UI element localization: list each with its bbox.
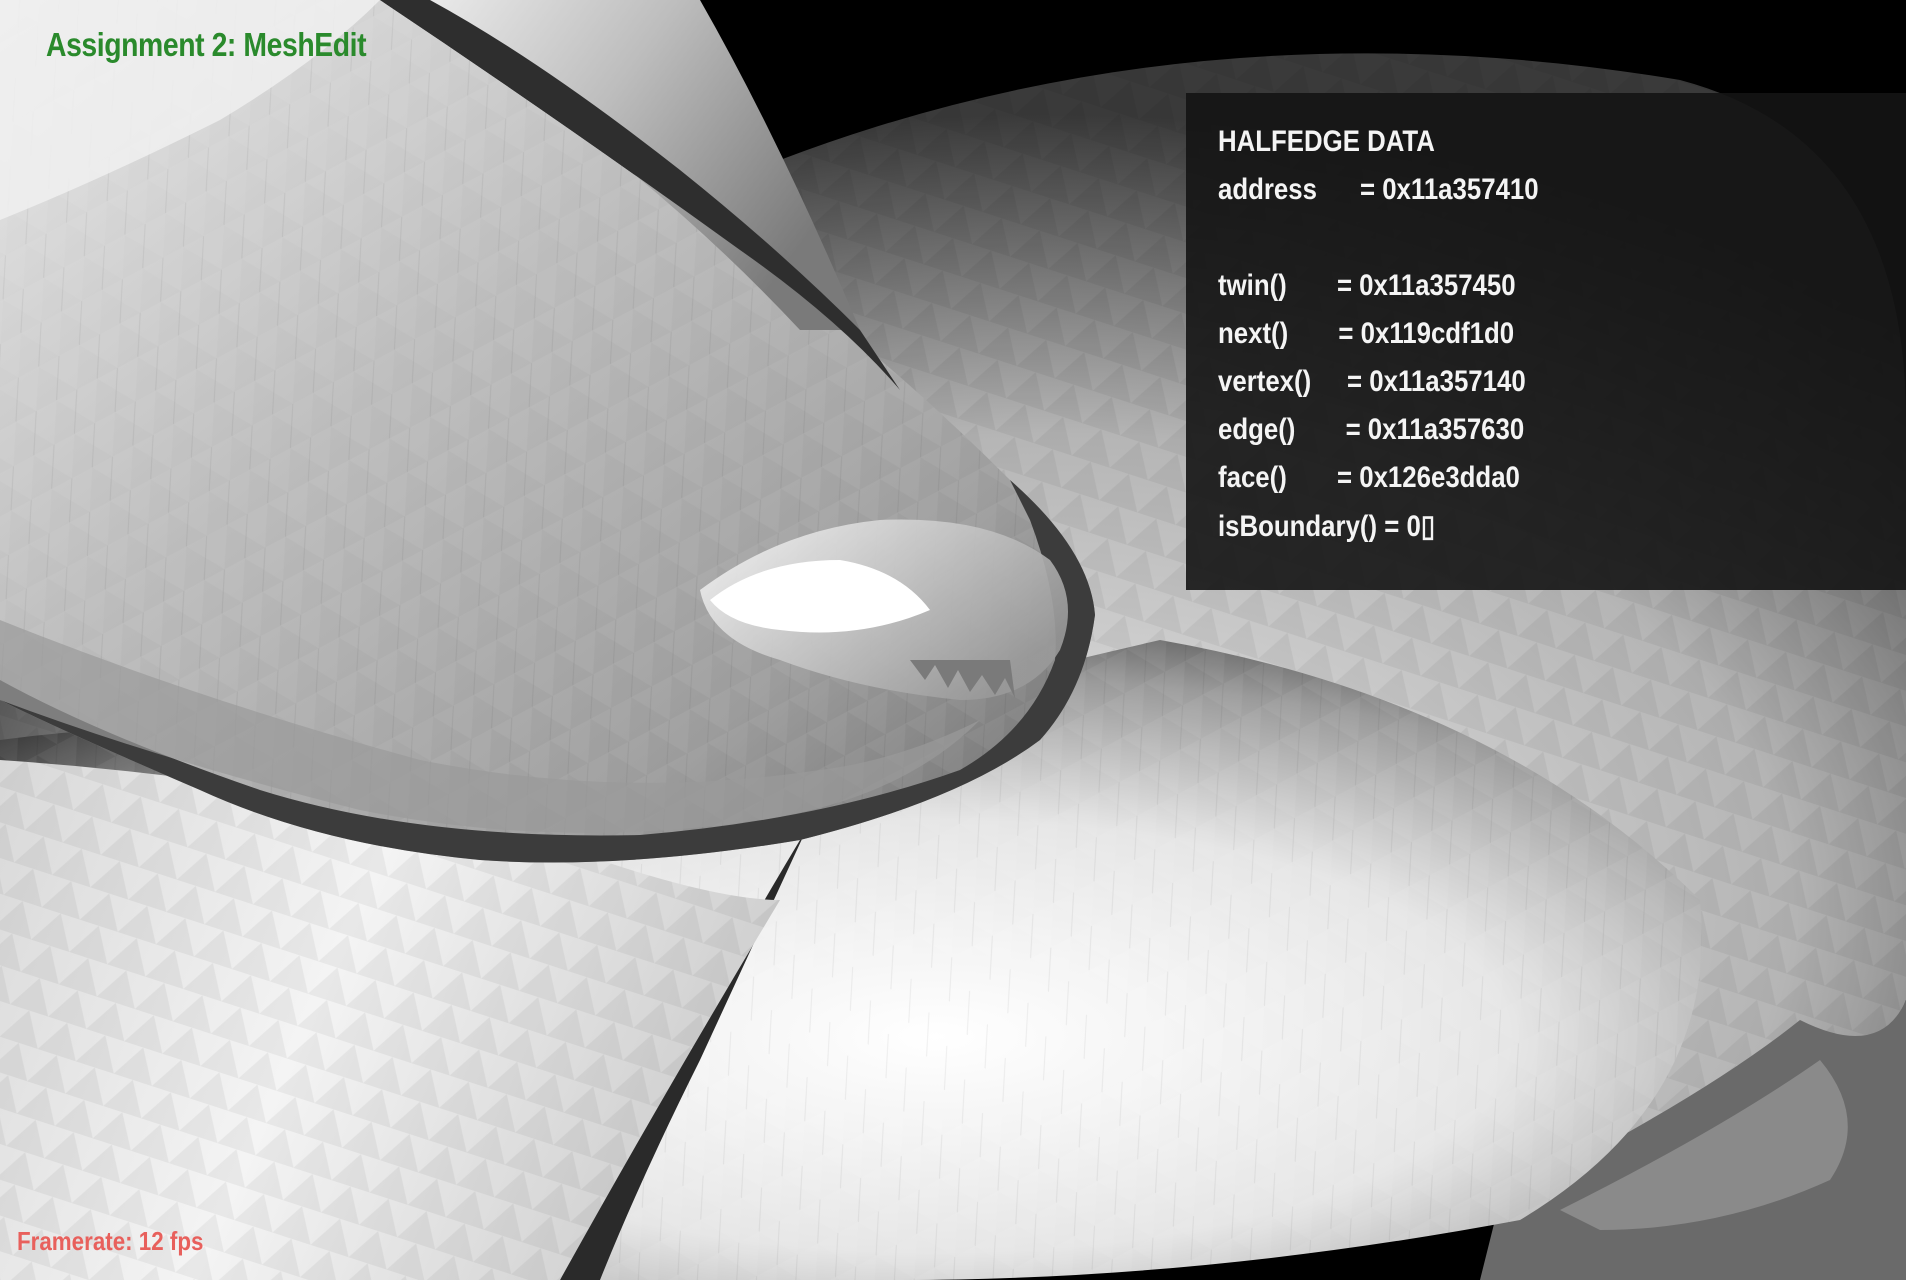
- address-field: address = 0x11a357410: [1218, 173, 1539, 206]
- is-boundary-field: isBoundary() = 0▯: [1218, 510, 1436, 543]
- next-field: next() = 0x119cdf1d0: [1218, 317, 1515, 350]
- face-field: face() = 0x126e3dda0: [1218, 461, 1520, 494]
- twin-field: twin() = 0x11a357450: [1218, 269, 1516, 302]
- app-title: Assignment 2: MeshEdit: [46, 26, 367, 63]
- panel-heading: HALFEDGE DATA: [1218, 125, 1435, 158]
- edge-field: edge() = 0x11a357630: [1218, 413, 1525, 446]
- halfedge-info-panel: HALFEDGE DATA address = 0x11a357410 twin…: [1186, 93, 1906, 590]
- mesh-viewport[interactable]: Assignment 2: MeshEdit HALFEDGE DATA add…: [0, 0, 1906, 1280]
- vertex-field: vertex() = 0x11a357140: [1218, 365, 1526, 398]
- framerate-label: Framerate: 12 fps: [17, 1226, 204, 1256]
